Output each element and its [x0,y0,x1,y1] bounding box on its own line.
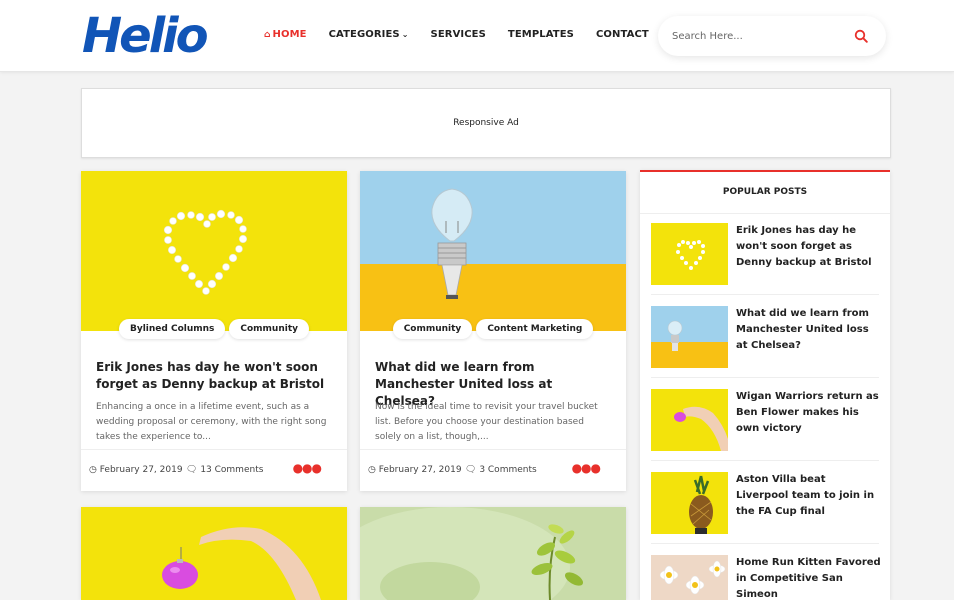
popular-post-title[interactable]: Erik Jones has day he won't soon forget … [736,223,881,271]
search-icon[interactable] [854,29,868,43]
search-input[interactable] [672,27,842,45]
popular-post-item[interactable]: Home Run Kitten Favored in Competitive S… [651,555,881,600]
post-excerpt: Now is the ideal time to revisit your tr… [375,402,598,442]
tag-pill[interactable]: Bylined Columns [118,319,226,339]
nav-contact-label: CONTACT [595,29,649,40]
popular-post-thumb[interactable] [651,555,728,600]
post-title[interactable]: Erik Jones has day he won't soon forget … [96,359,332,393]
popular-posts-heading: POPULAR POSTS [640,172,890,214]
nav-home[interactable]: ⌂ HOME [264,29,307,40]
popular-post-thumb[interactable] [651,223,728,285]
popular-post-item[interactable]: Wigan Warriors return as Ben Flower make… [651,389,879,455]
popular-post-title[interactable]: What did we learn from Manchester United… [736,306,881,354]
ad-label: Responsive Ad [453,118,519,128]
post-card[interactable]: Community Content Marketing What did we … [360,171,626,491]
tag-pill[interactable]: Content Marketing [476,319,594,339]
divider [651,460,879,461]
divider [651,543,879,544]
nav-home-label: HOME [272,29,307,40]
post-date-text: February 27, 2019 [99,465,183,475]
popular-post-thumb[interactable] [651,472,728,534]
search-box [658,16,886,56]
post-image-plant[interactable] [360,507,626,600]
post-date-text: February 27, 2019 [378,465,462,475]
post-card[interactable] [81,507,347,600]
post-meta: ◷ February 27, 2019 🗨 3 Comments ●●● [360,449,626,491]
nav-contact[interactable]: CONTACT [596,29,649,40]
popular-post-title[interactable]: Wigan Warriors return as Ben Flower make… [736,389,881,437]
post-date: ◷ February 27, 2019 [368,465,462,475]
post-image-hand-ornament[interactable] [81,507,347,600]
site-header: Helio ⌂ HOME CATEGORIES ⌄ SERVICES TEMPLAT… [0,0,954,72]
nav-services-label: SERVICES [430,29,486,40]
post-title[interactable]: What did we learn from Manchester United… [375,359,611,408]
clock-icon: ◷ [89,465,97,475]
tag-pill[interactable]: Community [392,319,473,339]
site-logo[interactable]: Helio [82,8,209,64]
post-excerpt: Enhancing a once in a lifetime event, su… [96,402,327,442]
post-image-bulb[interactable] [360,171,626,331]
post-tags: Community Content Marketing [360,319,626,339]
divider [651,294,879,295]
post-comments[interactable]: 🗨 13 Comments [186,465,263,475]
post-meta: ◷ February 27, 2019 🗨 13 Comments ●●● [81,449,347,491]
post-comments-text: 13 Comments [200,465,264,475]
popular-post-item[interactable]: What did we learn from Manchester United… [651,306,879,372]
home-icon: ⌂ [264,30,271,40]
comment-icon: 🗨 [465,465,477,475]
nav-templates[interactable]: TEMPLATES [508,29,574,40]
post-date: ◷ February 27, 2019 [89,465,183,475]
comment-icon: 🗨 [186,465,198,475]
nav-templates-label: TEMPLATES [507,29,574,40]
popular-post-thumb[interactable] [651,389,728,451]
nav-categories-label: CATEGORIES [328,29,400,40]
post-comments[interactable]: 🗨 3 Comments [465,465,537,475]
post-tags: Bylined Columns Community [81,319,347,339]
clock-icon: ◷ [368,465,376,475]
popular-post-title[interactable]: Home Run Kitten Favored in Competitive S… [736,555,881,600]
popular-posts-widget: POPULAR POSTS Erik Jones has day he won'… [640,170,890,600]
more-dots-icon[interactable]: ●●● [293,461,322,475]
divider [651,377,879,378]
nav-services[interactable]: SERVICES [431,29,486,40]
responsive-ad[interactable]: Responsive Ad [81,88,891,158]
nav-categories[interactable]: CATEGORIES ⌄ [329,29,409,40]
post-card[interactable]: Bylined Columns Community Erik Jones has… [81,171,347,491]
post-comments-text: 3 Comments [479,465,537,475]
chevron-down-icon: ⌄ [401,30,409,39]
post-card[interactable] [360,507,626,600]
post-image-heart[interactable] [81,171,347,331]
more-dots-icon[interactable]: ●●● [572,461,601,475]
popular-post-thumb[interactable] [651,306,728,368]
popular-post-item[interactable]: Erik Jones has day he won't soon forget … [651,223,879,289]
popular-post-title[interactable]: Aston Villa beat Liverpool team to join … [736,472,881,520]
popular-post-item[interactable]: Aston Villa beat Liverpool team to join … [651,472,879,538]
main-nav: ⌂ HOME CATEGORIES ⌄ SERVICES TEMPLATES CON… [264,29,671,40]
tag-pill[interactable]: Community [229,319,310,339]
